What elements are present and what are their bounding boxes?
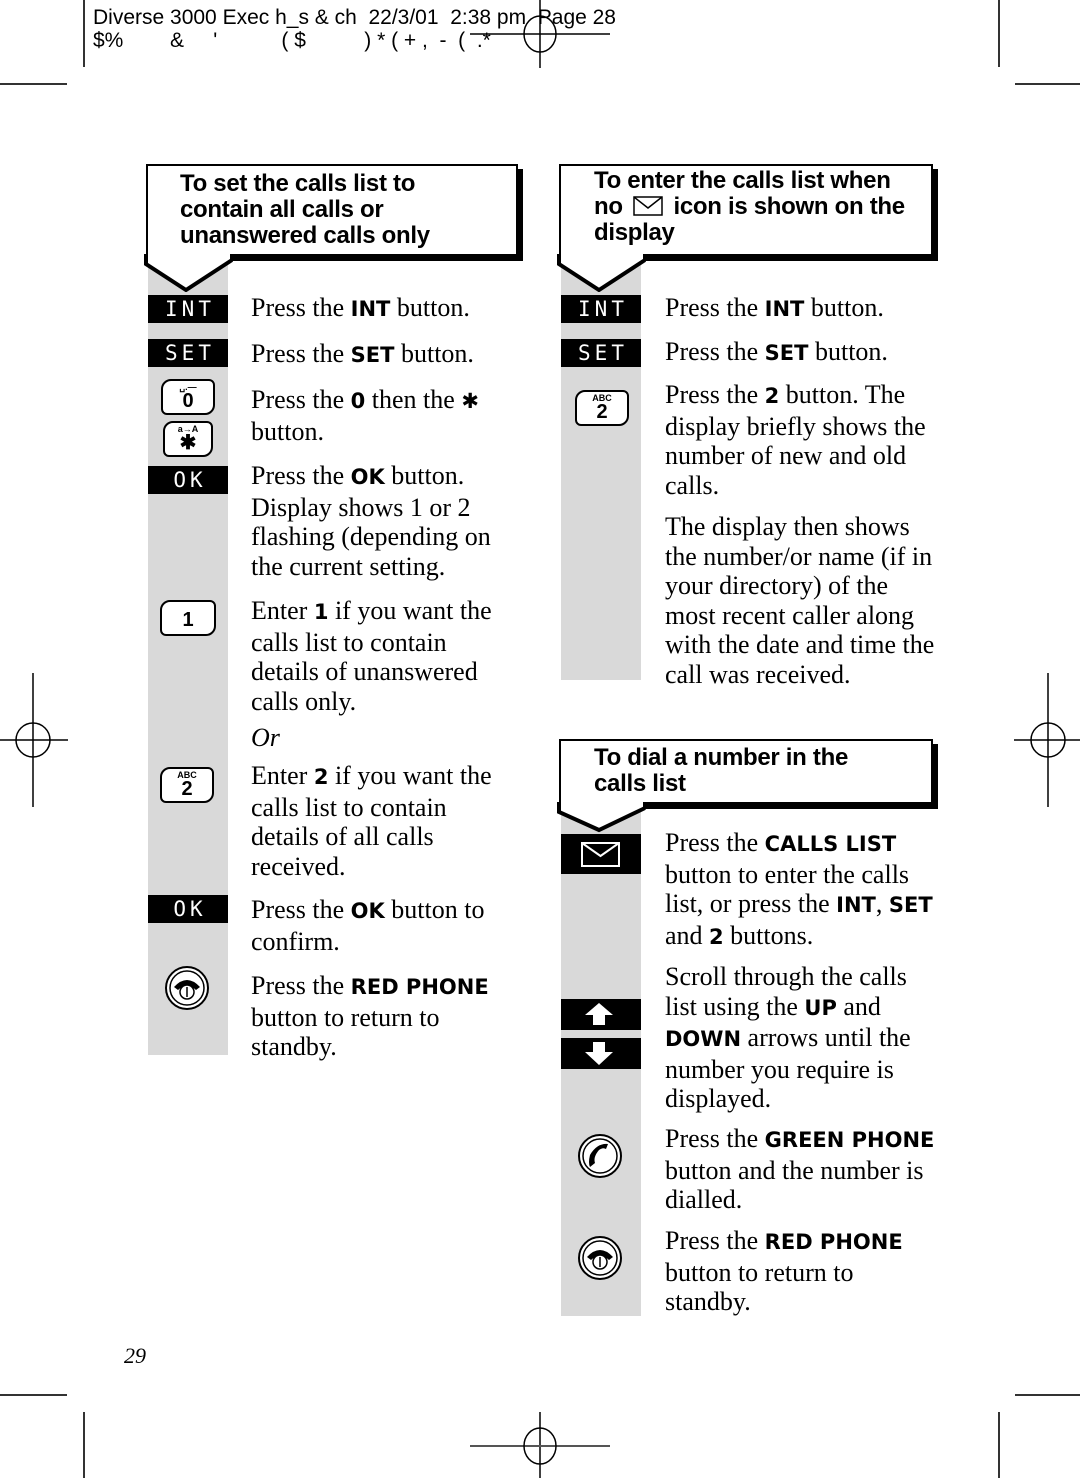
step-text: Press the SET button.: [665, 337, 888, 366]
up-arrow-button: [561, 999, 641, 1030]
envelope-icon: [633, 196, 663, 216]
up-arrow-icon: [585, 1003, 613, 1025]
step-text: Press the 0 then the ✱ button.: [251, 385, 479, 446]
step-text: Press the 2 button. The display briefly …: [665, 380, 926, 500]
star-key: a→A ✱: [163, 421, 213, 457]
registration-mark-top: [470, 0, 610, 68]
or-label: Or: [251, 723, 280, 752]
crop-mark: [998, 0, 1000, 67]
crop-mark: [1015, 1394, 1080, 1396]
crop-mark: [83, 1412, 85, 1478]
calls-list-button: [561, 834, 641, 874]
step-text: Press the CALLS LIST button to enter the…: [665, 828, 933, 950]
one-key: 1: [160, 600, 216, 636]
print-header-line2: $% & ' ( $ ) * ( + , - ( .*: [93, 29, 491, 52]
crop-mark: [1015, 83, 1080, 85]
step-text: The display then shows the number/or nam…: [665, 512, 935, 689]
down-arrow-icon: [585, 1042, 613, 1065]
down-arrow-button: [561, 1038, 641, 1069]
page-number: 29: [124, 1343, 146, 1368]
step-text: Enter 1 if you want the calls list to co…: [251, 596, 492, 716]
red-phone-icon: [165, 966, 209, 1010]
step-text: Scroll through the calls list using the …: [665, 962, 911, 1113]
red-phone-icon: [578, 1236, 622, 1280]
int-button: INT: [561, 295, 641, 323]
crop-mark: [83, 0, 85, 67]
callout-pointer: [144, 254, 234, 292]
envelope-icon: [581, 842, 620, 867]
crop-mark: [0, 1394, 67, 1396]
left-section-title: To set the calls list to contain all cal…: [180, 170, 430, 249]
two-key: ABC 2: [160, 767, 214, 803]
two-key: ABC 2: [575, 390, 629, 426]
step-text: Press the RED PHONE button to return to …: [251, 971, 489, 1061]
ok-button-confirm: OK: [148, 895, 228, 923]
step-text: Press the RED PHONE button to return to …: [665, 1226, 903, 1316]
registration-mark-right: [1014, 673, 1080, 807]
crop-mark: [998, 1412, 1000, 1478]
step-text: Press the INT button.: [251, 293, 470, 322]
crop-mark: [0, 83, 67, 85]
callout-pointer: [557, 254, 647, 292]
step-text: Press the OK button to confirm.: [251, 895, 485, 956]
left-key-column: [148, 255, 228, 1055]
registration-mark-left: [0, 673, 68, 807]
right-top-title: To enter the calls list when no icon is …: [594, 167, 905, 246]
zero-key: ␣.— 0: [161, 379, 215, 415]
set-button: SET: [148, 339, 228, 367]
right-bottom-title: To dial a number in the calls list: [594, 744, 849, 797]
step-text: Press the SET button.: [251, 339, 474, 368]
set-button: SET: [561, 339, 641, 367]
step-text: Press the GREEN PHONE button and the num…: [665, 1124, 935, 1214]
int-button: INT: [148, 295, 228, 323]
step-text: Press the INT button.: [665, 293, 884, 322]
registration-mark-bottom: [470, 1412, 610, 1478]
green-phone-icon: [578, 1134, 622, 1178]
ok-button: OK: [148, 466, 228, 494]
step-text: Press the OK button. Display shows 1 or …: [251, 461, 491, 581]
step-text: Enter 2 if you want the calls list to co…: [251, 761, 492, 881]
